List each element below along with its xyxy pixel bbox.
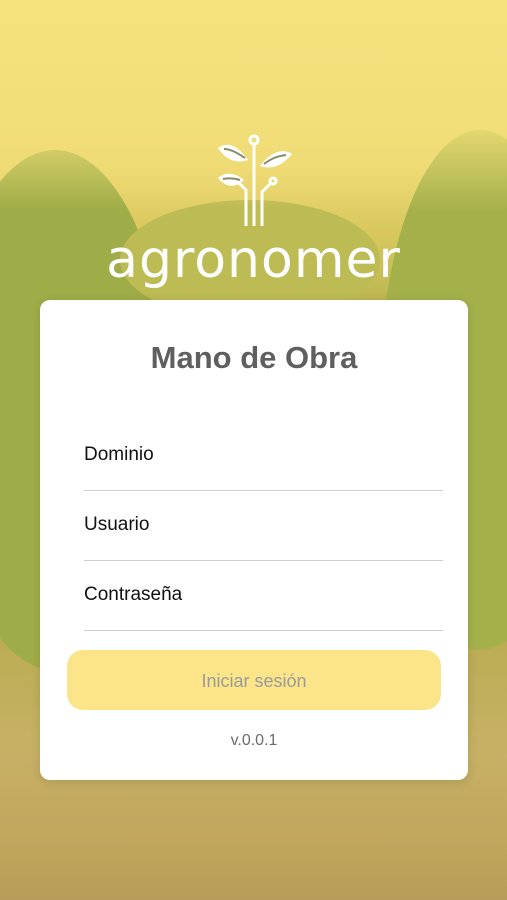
page-title: Mano de Obra (150, 340, 358, 375)
domain-field (84, 420, 443, 491)
plant-circuit-icon (217, 134, 292, 226)
user-field (84, 490, 443, 561)
password-field (84, 560, 443, 631)
brand-logo: agronomer (0, 130, 507, 290)
brand-wordmark: agronomer (106, 230, 401, 290)
password-input[interactable] (84, 560, 443, 630)
login-button[interactable]: Iniciar sesión (67, 650, 441, 710)
login-card: Mano de Obra Iniciar sesión v.0.0.1 (40, 300, 468, 780)
username-input[interactable] (84, 490, 443, 560)
domain-input[interactable] (84, 420, 443, 490)
version-label: v.0.0.1 (230, 732, 278, 749)
